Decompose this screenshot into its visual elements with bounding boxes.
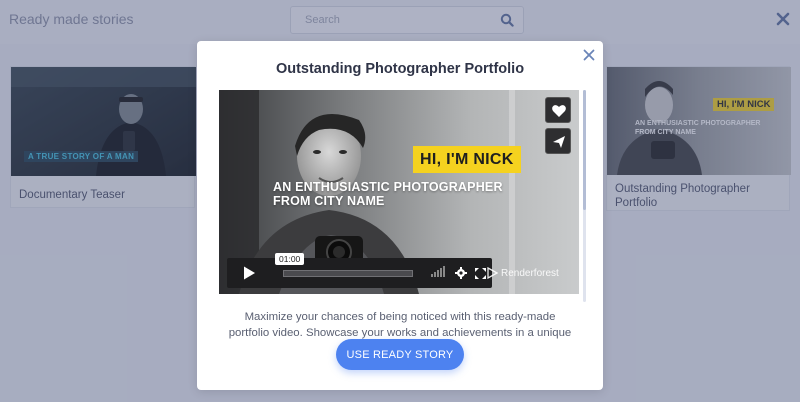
play-icon[interactable] [241, 265, 257, 281]
brand-play-icon [487, 267, 498, 279]
video-name-tag: HI, I'M NICK [413, 146, 521, 173]
fullscreen-icon[interactable] [475, 268, 486, 279]
video-progress-bar[interactable] [283, 270, 413, 277]
video-subtitle-line1: AN ENTHUSIASTIC PHOTOGRAPHER [273, 180, 503, 194]
description-container: Maximize your chances of being noticed w… [197, 303, 603, 343]
brand-watermark: Renderforest [487, 267, 559, 279]
use-ready-story-button[interactable]: USE READY STORY [336, 339, 464, 370]
modal-scrollbar[interactable] [583, 90, 586, 302]
volume-icon[interactable] [431, 265, 449, 277]
story-description: Maximize your chances of being noticed w… [228, 311, 572, 339]
modal-close-icon[interactable] [582, 48, 596, 62]
send-icon [553, 136, 565, 148]
modal-title: Outstanding Photographer Portfolio [275, 61, 525, 77]
heart-icon [552, 105, 566, 117]
gear-icon[interactable] [455, 267, 467, 279]
brand-name: Renderforest [501, 268, 559, 279]
like-button[interactable] [545, 97, 571, 123]
story-preview-modal: Outstanding Photographer Portfolio HI, I… [197, 41, 603, 390]
video-subtitle: AN ENTHUSIASTIC PHOTOGRAPHER FROM CITY N… [273, 180, 503, 208]
share-button[interactable] [545, 128, 571, 154]
video-subtitle-line2: FROM CITY NAME [273, 194, 385, 208]
video-player[interactable]: HI, I'M NICK AN ENTHUSIASTIC PHOTOGRAPHE… [219, 90, 579, 294]
time-tooltip: 01:00 [275, 253, 305, 265]
modal-scrollbar-thumb[interactable] [583, 90, 586, 210]
